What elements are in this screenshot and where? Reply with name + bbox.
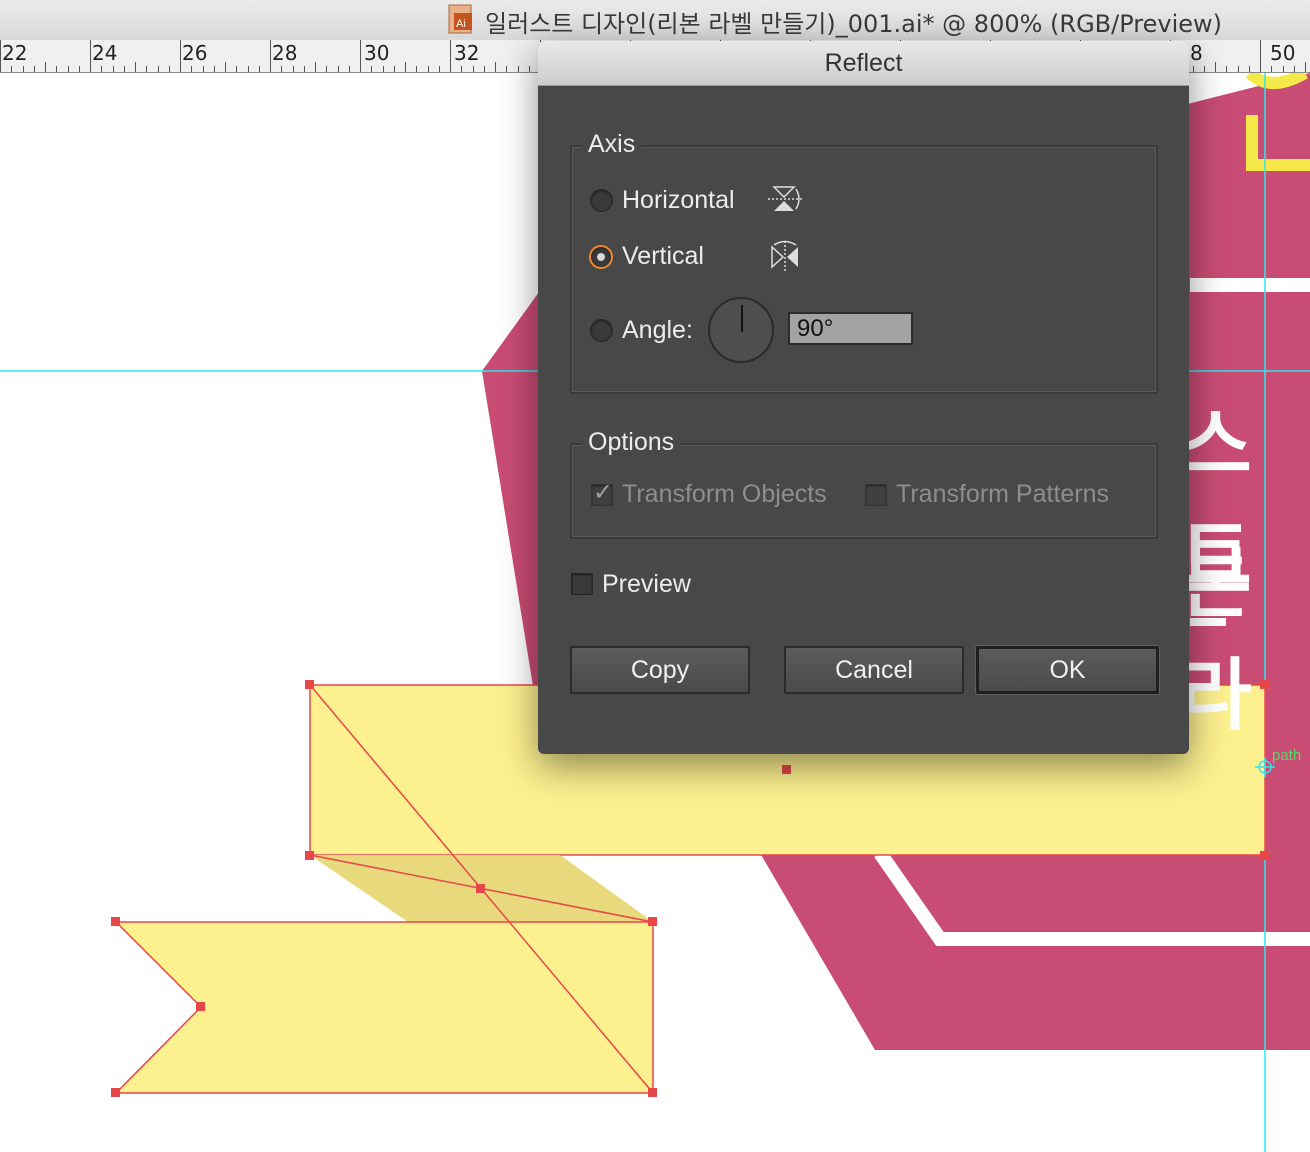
ruler-label: 26 (182, 41, 208, 65)
horizontal-radio[interactable] (590, 189, 613, 212)
ruler-label: 50 (1270, 41, 1296, 65)
ruler-label: 22 (2, 41, 28, 65)
ruler-label: 32 (454, 41, 480, 65)
angle-input[interactable] (788, 312, 913, 345)
label-yellow-lettering-top (1245, 73, 1308, 89)
angle-dial-needle (741, 305, 743, 332)
check-mark-icon: ✓ (593, 479, 614, 506)
preview-label[interactable]: Preview (602, 570, 691, 599)
reflect-vertical-icon (771, 240, 798, 271)
preview-checkbox[interactable] (571, 573, 593, 595)
angle-radio[interactable] (590, 319, 613, 342)
angle-label[interactable]: Angle: (622, 316, 693, 345)
reflect-horizontal-icon (768, 186, 802, 211)
axis-legend: Axis (582, 130, 642, 159)
ruler-label: 8 (1190, 41, 1203, 65)
vertical-radio[interactable] (589, 245, 613, 269)
smart-guide-path-label: path (1272, 747, 1302, 764)
cancel-button[interactable]: Cancel (784, 646, 964, 694)
dialog-title[interactable]: Reflect (538, 41, 1189, 86)
transform-patterns-label[interactable]: Transform Patterns (896, 480, 1109, 509)
angle-dial[interactable] (708, 297, 774, 363)
transform-objects-label[interactable]: Transform Objects (622, 480, 827, 509)
transform-objects-checkbox[interactable]: ✓ (591, 479, 613, 506)
ruler-label: 24 (92, 41, 118, 65)
label-white-stripe (1190, 278, 1310, 292)
file-icon-label: Ai (456, 18, 466, 30)
transform-patterns-checkbox[interactable] (865, 484, 887, 506)
ok-button[interactable]: OK (976, 646, 1159, 694)
vertical-label[interactable]: Vertical (622, 242, 704, 271)
window-title: 일러스트 디자인(리본 라벨 만들기)_001.ai* @ 800% (RGB/… (485, 10, 1223, 38)
illustrator-file-icon: Ai (448, 4, 472, 34)
copy-button[interactable]: Copy (570, 646, 750, 694)
artwork-lettering-2: 본 라 (1180, 539, 1252, 741)
ruler-label: 30 (364, 41, 390, 65)
options-legend: Options (582, 428, 681, 457)
horizontal-label[interactable]: Horizontal (622, 186, 735, 215)
window-titlebar: Ai 일러스트 디자인(리본 라벨 만들기)_001.ai* @ 800% (R… (0, 0, 1310, 41)
reflect-dialog: Reflect Axis Horizontal Vertical Angle: … (538, 41, 1189, 754)
ruler-label: 28 (272, 41, 298, 65)
